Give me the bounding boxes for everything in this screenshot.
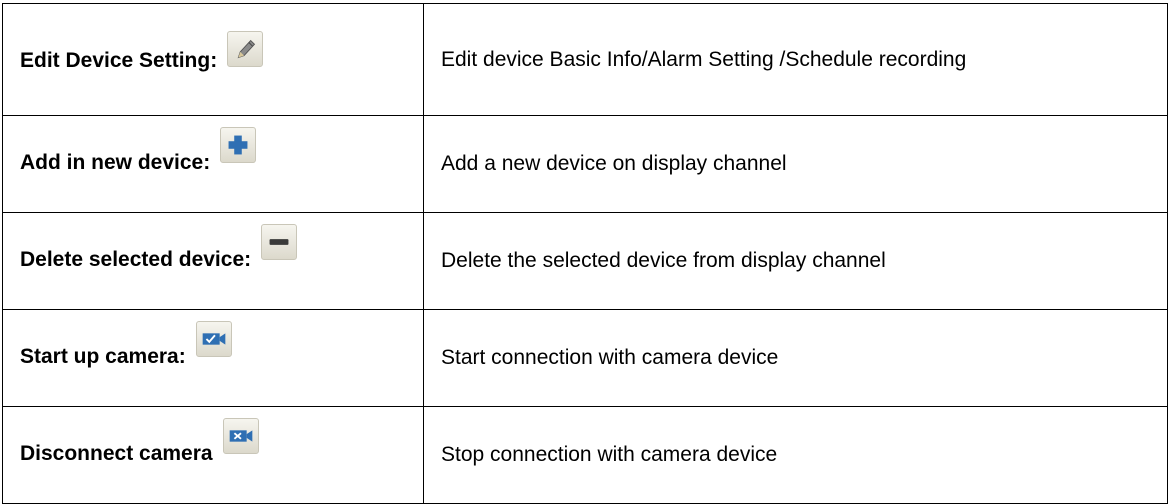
disconnect-camera-label: Disconnect camera xyxy=(20,442,213,465)
add-new-device-label: Add in new device: xyxy=(20,151,211,174)
start-up-camera-description: Start connection with camera device xyxy=(441,346,779,369)
label-cell: Edit Device Setting: xyxy=(2,3,424,116)
label-cell: Delete selected device: xyxy=(2,212,424,310)
description-cell: Add a new device on display channel xyxy=(423,115,1168,213)
camera-check-icon[interactable] xyxy=(195,321,232,357)
table-row: Delete selected device: Delete the selec… xyxy=(2,212,1168,310)
add-new-device-description: Add a new device on display channel xyxy=(441,152,787,175)
device-toolbar-table: Edit Device Setting: Edit device Basic I… xyxy=(2,3,1168,504)
table-row: Edit Device Setting: Edit device Basic I… xyxy=(2,3,1168,116)
table-row: Disconnect camera Stop connection with c… xyxy=(2,406,1168,504)
disconnect-camera-description: Stop connection with camera device xyxy=(441,443,778,466)
table-row: Add in new device: Add a new device on d… xyxy=(2,115,1168,213)
minus-icon[interactable] xyxy=(261,224,298,260)
table-row: Start up camera: Start connection with c… xyxy=(2,309,1168,407)
label-cell: Disconnect camera xyxy=(2,406,424,504)
label-cell: Add in new device: xyxy=(2,115,424,213)
description-cell: Stop connection with camera device xyxy=(423,406,1168,504)
edit-device-setting-description: Edit device Basic Info/Alarm Setting /Sc… xyxy=(441,47,967,71)
description-cell: Edit device Basic Info/Alarm Setting /Sc… xyxy=(423,3,1168,116)
delete-selected-device-label: Delete selected device: xyxy=(20,248,252,271)
camera-x-icon[interactable] xyxy=(222,418,259,454)
pencil-icon[interactable] xyxy=(227,30,264,67)
start-up-camera-label: Start up camera: xyxy=(20,345,186,368)
delete-selected-device-description: Delete the selected device from display … xyxy=(441,249,886,272)
edit-device-setting-label: Edit Device Setting: xyxy=(20,48,218,72)
description-cell: Delete the selected device from display … xyxy=(423,212,1168,310)
label-cell: Start up camera: xyxy=(2,309,424,407)
description-cell: Start connection with camera device xyxy=(423,309,1168,407)
plus-icon[interactable] xyxy=(220,127,257,163)
